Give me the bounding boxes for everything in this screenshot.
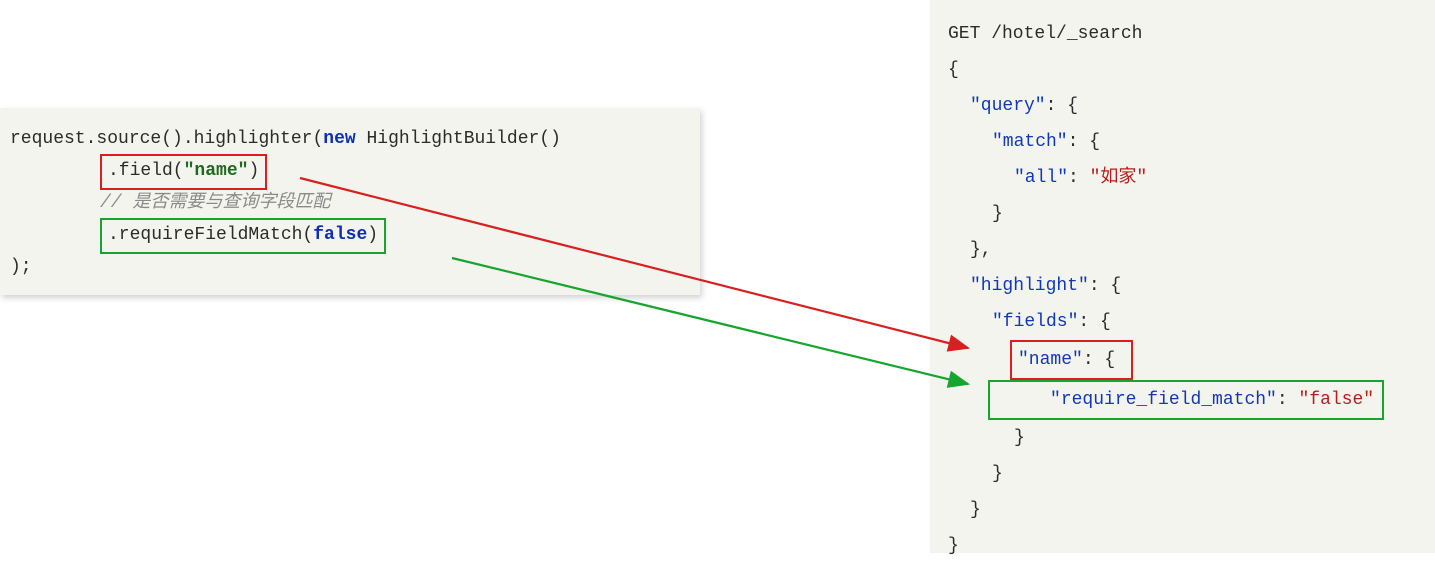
json-line-query: "query": { xyxy=(948,88,1425,124)
json-string: "如家" xyxy=(1090,168,1148,188)
json-key: "query" xyxy=(970,96,1046,116)
json-text: : { xyxy=(1046,96,1078,116)
java-code-block: request.source().highlighter(new Highlig… xyxy=(0,108,700,295)
code-text: request.source().highlighter( xyxy=(10,129,323,149)
json-line-name-box: "name": { xyxy=(948,340,1425,380)
http-line: GET /hotel/_search xyxy=(948,16,1425,52)
code-text: HighlightBuilder() xyxy=(356,129,561,149)
json-text: : { xyxy=(1083,350,1115,370)
json-query-block: GET /hotel/_search { "query": { "match":… xyxy=(930,0,1435,553)
code-text: .requireFieldMatch( xyxy=(108,225,313,245)
json-key: "highlight" xyxy=(970,276,1089,296)
keyword-new: new xyxy=(323,129,355,149)
json-line-rfm-box: "require_field_match": "false" xyxy=(948,380,1425,420)
json-text: : { xyxy=(1078,312,1110,332)
json-line-all: "all": "如家" xyxy=(948,160,1425,196)
code-text: ) xyxy=(248,161,259,181)
brace: } xyxy=(948,420,1425,456)
code-text: ) xyxy=(367,225,378,245)
require-field-match-green-box: "require_field_match": "false" xyxy=(988,380,1384,420)
json-text: : { xyxy=(1068,132,1100,152)
json-key: "all" xyxy=(1014,168,1068,188)
code-line-field: .field("name") xyxy=(10,154,690,190)
json-key: "match" xyxy=(992,132,1068,152)
json-text: : { xyxy=(1089,276,1121,296)
json-key: "name" xyxy=(1018,350,1083,370)
brace: } xyxy=(948,456,1425,492)
json-line-highlight: "highlight": { xyxy=(948,268,1425,304)
code-text: ); xyxy=(10,257,32,277)
code-line-rfm: .requireFieldMatch(false) xyxy=(10,218,690,254)
name-key-red-box: "name": { xyxy=(1010,340,1133,380)
json-line-fields: "fields": { xyxy=(948,304,1425,340)
json-text: : xyxy=(1068,168,1090,188)
json-key: "fields" xyxy=(992,312,1078,332)
brace: }, xyxy=(948,232,1425,268)
json-text: : xyxy=(1277,390,1299,410)
string-name: "name" xyxy=(184,161,249,181)
brace: } xyxy=(948,492,1425,528)
json-line-match: "match": { xyxy=(948,124,1425,160)
code-line-comment: // 是否需要与查询字段匹配 xyxy=(10,190,690,218)
code-line-1: request.source().highlighter(new Highlig… xyxy=(10,126,690,154)
keyword-false: false xyxy=(313,225,367,245)
json-key: "require_field_match" xyxy=(1050,390,1277,410)
comment: // 是否需要与查询字段匹配 xyxy=(100,193,330,213)
brace: } xyxy=(948,528,1425,564)
field-call-red-box: .field("name") xyxy=(100,154,267,190)
require-field-match-green-box: .requireFieldMatch(false) xyxy=(100,218,386,254)
json-string: "false" xyxy=(1298,390,1374,410)
brace: { xyxy=(948,52,1425,88)
brace: } xyxy=(948,196,1425,232)
code-text: .field( xyxy=(108,161,184,181)
code-line-close: ); xyxy=(10,254,690,282)
